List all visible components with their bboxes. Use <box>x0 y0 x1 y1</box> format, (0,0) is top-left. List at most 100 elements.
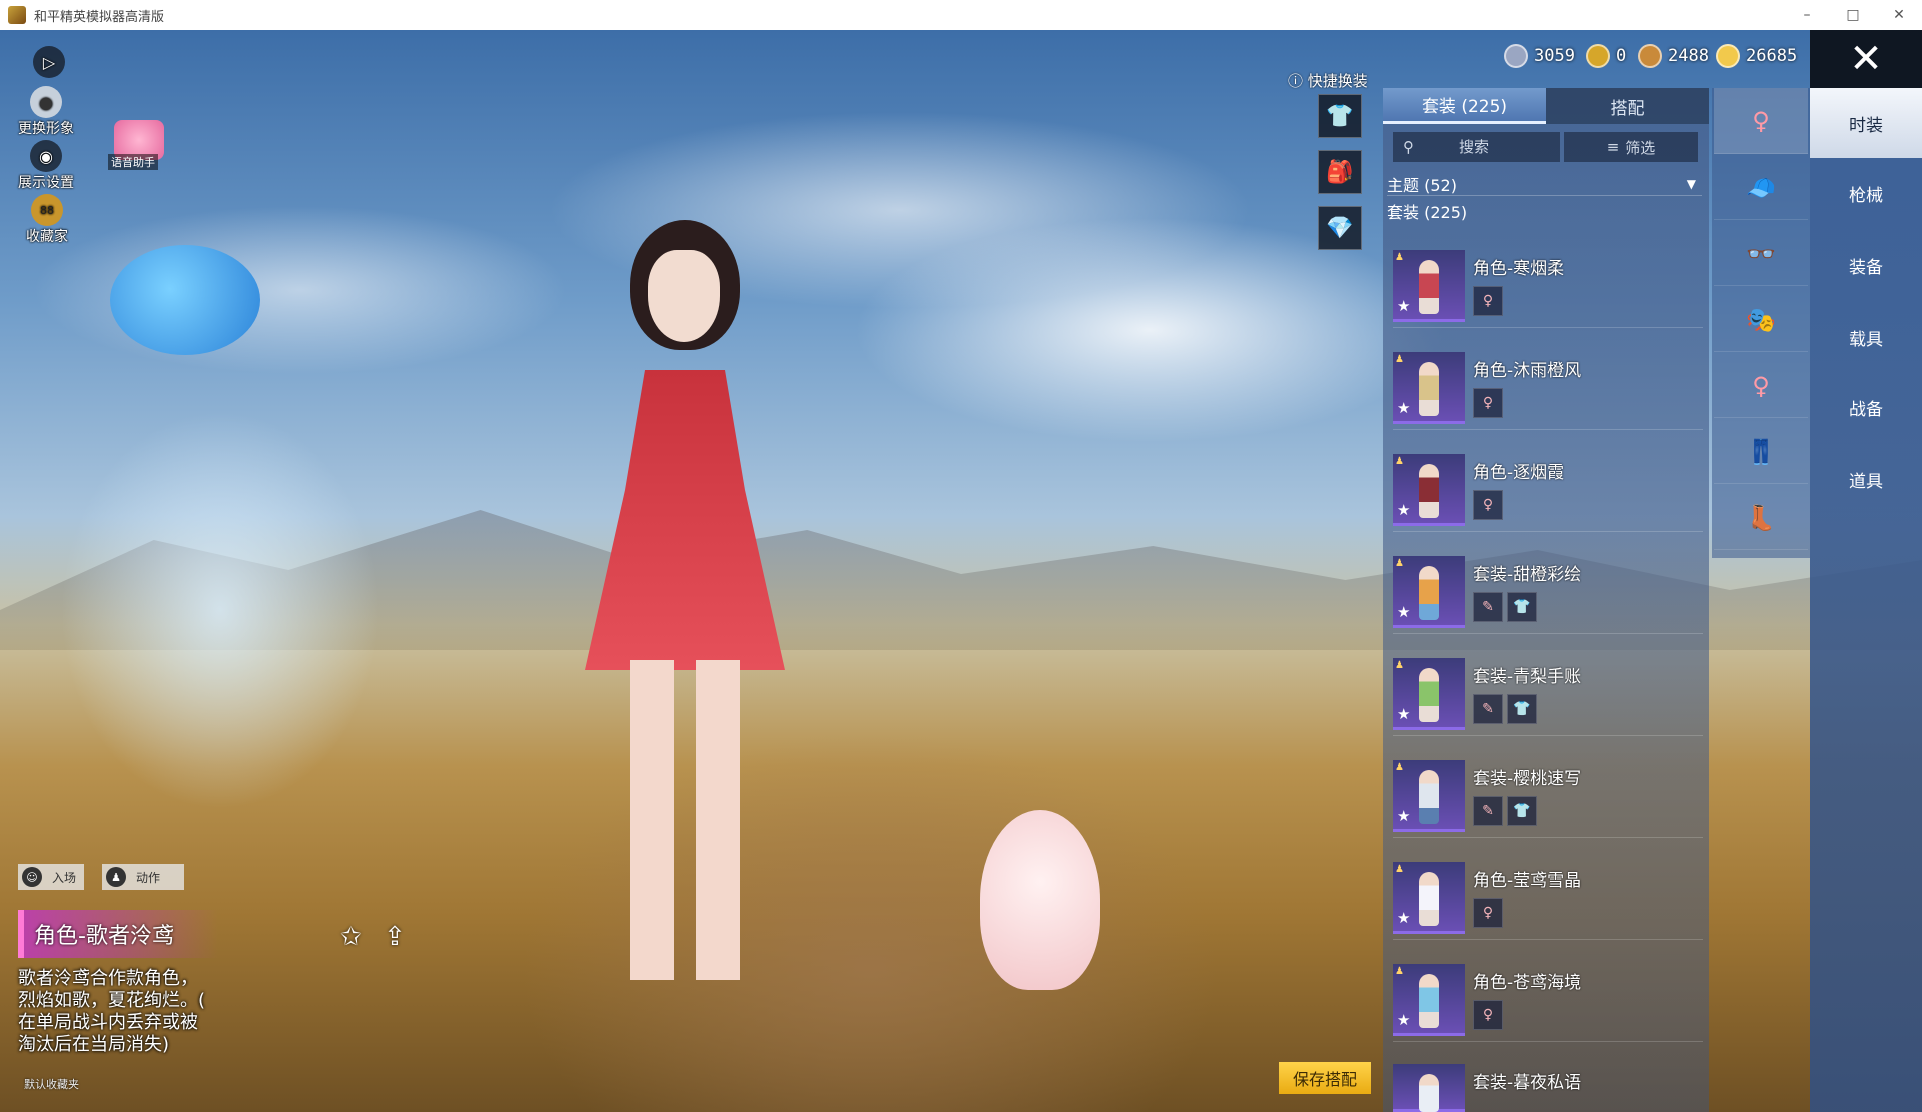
slot-mask[interactable]: 🎭 <box>1714 288 1808 352</box>
outfit-name: 套装-甜橙彩绘 <box>1473 565 1582 585</box>
outfit-part-thumb[interactable]: 👕 <box>1507 592 1537 622</box>
character-model[interactable] <box>560 220 820 990</box>
outfit-item[interactable]: ♟ ★ 角色-逐烟霞 ♀ <box>1393 448 1703 532</box>
outfit-part-thumb[interactable]: 👕 <box>1507 796 1537 826</box>
action-button[interactable]: ♟ 动作 <box>102 864 184 890</box>
rail-items[interactable]: 道具 <box>1810 444 1922 514</box>
outfit-part-thumb[interactable]: ✎ <box>1473 592 1503 622</box>
avatar-icon: ● <box>30 86 62 118</box>
outfit-part-thumb[interactable]: ♀ <box>1473 388 1503 418</box>
star-icon: ★ <box>1397 603 1411 621</box>
outfit-thumbnail: ♟ ★ <box>1393 454 1465 526</box>
outfit-part-thumb[interactable]: ♀ <box>1473 286 1503 316</box>
currency-gold[interactable]: 26685 <box>1716 44 1797 68</box>
voice-helper-button[interactable]: 语音助手 <box>108 120 168 170</box>
currency-gold-token[interactable]: 0 <box>1586 44 1626 68</box>
slot-top[interactable]: ♀ <box>1714 354 1808 418</box>
outfit-item[interactable]: ♟ ★ 角色-寒烟柔 ♀ <box>1393 244 1703 328</box>
outfit-thumbnail: ♟ ★ <box>1393 862 1465 934</box>
outfit-item[interactable]: ♟ ★ 角色-莹鸢雪晶 ♀ <box>1393 856 1703 940</box>
quick-change-label[interactable]: ⓘ 快捷换装 <box>1288 70 1368 91</box>
search-box[interactable]: ⚲ <box>1393 132 1560 162</box>
person-badge-icon: ♟ <box>1395 660 1404 671</box>
save-outfit-button[interactable]: 保存搭配 <box>1279 1062 1371 1094</box>
quick-slot-backpack[interactable]: 🎒 <box>1318 150 1362 194</box>
change-avatar-button[interactable]: ● 更换形象 <box>18 86 74 138</box>
star-icon: ★ <box>1397 705 1411 723</box>
action-label: 动作 <box>136 870 161 885</box>
outfit-part-thumb[interactable]: ✎ <box>1473 694 1503 724</box>
theme-dropdown[interactable]: 主题 (52) ▼ <box>1387 172 1702 196</box>
figure-icon: ♀ <box>1752 106 1770 135</box>
search-input[interactable] <box>1414 138 1534 156</box>
outfit-tabs: 套装 (225) 搭配 <box>1383 88 1709 124</box>
expand-button[interactable]: ▷ <box>33 46 65 78</box>
outfit-thumbnail <box>1393 1064 1465 1112</box>
star-icon: ★ <box>1397 501 1411 519</box>
minimize-button[interactable]: – <box>1784 0 1830 30</box>
glasses-icon: 👓 <box>1746 239 1776 268</box>
smile-icon: ☺ <box>22 867 42 887</box>
quick-slot-emblem[interactable]: 💎 <box>1318 206 1362 250</box>
display-settings-label: 展示设置 <box>18 175 74 191</box>
outfit-item[interactable]: ♟ ★ 角色-苍鸢海境 ♀ <box>1393 958 1703 1042</box>
slot-glasses[interactable]: 👓 <box>1714 222 1808 286</box>
star-icon: ★ <box>1397 297 1411 315</box>
outfit-item[interactable]: ♟ ★ 套装-甜橙彩绘 ✎ 👕 <box>1393 550 1703 634</box>
outfit-part-thumb[interactable]: ♀ <box>1473 1000 1503 1030</box>
character-description: 歌者泠鸢合作款角色， 烈焰如歌，夏花绚烂。( 在单局战斗内丢弃或被 淘汰后在当局… <box>18 968 238 1056</box>
outfit-item[interactable]: ♟ ★ 套装-樱桃速写 ✎ 👕 <box>1393 754 1703 838</box>
character-title: 角色-歌者泠鸢 <box>18 910 218 958</box>
outfit-item[interactable]: ♟ ★ 角色-沐雨橙风 ♀ <box>1393 346 1703 430</box>
boots-icon: 👢 <box>1746 503 1776 532</box>
default-favorites-folder[interactable]: 默认收藏夹 <box>24 1076 79 1092</box>
outfit-part-thumb[interactable]: 👕 <box>1507 694 1537 724</box>
rail-fashion[interactable]: 时装 <box>1810 88 1922 158</box>
outfit-thumbnail: ♟ ★ <box>1393 250 1465 322</box>
slot-outfit[interactable]: ♀ <box>1714 88 1808 154</box>
silver-coin-icon <box>1504 44 1528 68</box>
rail-guns[interactable]: 枪械 <box>1810 158 1922 228</box>
outfit-item[interactable]: 套装-暮夜私语 <box>1393 1058 1703 1112</box>
outfit-name: 角色-沐雨橙风 <box>1473 361 1582 381</box>
character-dress <box>585 370 785 670</box>
collector-medal-icon: 88 <box>31 194 63 226</box>
shirt-icon: 👕 <box>1326 103 1354 129</box>
maximize-button[interactable]: □ <box>1830 0 1876 30</box>
display-settings-button[interactable]: ◉ 展示设置 <box>18 140 74 192</box>
close-button[interactable]: ✕ <box>1810 30 1922 88</box>
outfit-part-thumb[interactable]: ♀ <box>1473 490 1503 520</box>
outfit-part-thumb[interactable]: ✎ <box>1473 796 1503 826</box>
outfit-name: 套装-樱桃速写 <box>1473 769 1582 789</box>
tab-suits[interactable]: 套装 (225) <box>1383 88 1546 124</box>
currency-bronze[interactable]: 2488 <box>1638 44 1709 68</box>
star-icon: ★ <box>1397 807 1411 825</box>
outfit-part-thumb[interactable]: ♀ <box>1473 898 1503 928</box>
outfit-item[interactable]: ♟ ★ 套装-青梨手账 ✎ 👕 <box>1393 652 1703 736</box>
currency-bronze-value: 2488 <box>1668 46 1709 66</box>
filter-icon: ≡ <box>1606 138 1620 156</box>
gold-token-icon <box>1586 44 1610 68</box>
person-badge-icon: ♟ <box>1395 762 1404 773</box>
filter-button[interactable]: ≡ 筛选 <box>1564 132 1698 162</box>
favorite-add-icon[interactable]: ✩ <box>340 922 362 952</box>
outfit-name: 角色-莹鸢雪晶 <box>1473 871 1582 891</box>
theme-label: 主题 (52) <box>1387 175 1457 195</box>
slot-hat[interactable]: 🧢 <box>1714 156 1808 220</box>
outfit-thumbnail: ♟ ★ <box>1393 556 1465 628</box>
slot-pants[interactable]: 👖 <box>1714 420 1808 484</box>
collector-button[interactable]: 88 收藏家 <box>26 194 68 246</box>
quick-slot-outfit[interactable]: 👕 <box>1318 94 1362 138</box>
share-icon[interactable]: ⇪ <box>384 922 406 952</box>
outfit-thumbnail: ♟ ★ <box>1393 760 1465 832</box>
rail-vehicles[interactable]: 载具 <box>1810 302 1922 372</box>
rail-equipment[interactable]: 装备 <box>1810 230 1922 300</box>
close-window-button[interactable]: ✕ <box>1876 0 1922 30</box>
currency-silver[interactable]: 3059 <box>1504 44 1575 68</box>
tab-matching[interactable]: 搭配 <box>1546 88 1709 124</box>
gold-coin-icon <box>1716 44 1740 68</box>
entrance-button[interactable]: ☺ 入场 <box>18 864 85 890</box>
description-line: 淘汰后在当局消失) <box>18 1034 170 1055</box>
slot-shoes[interactable]: 👢 <box>1714 486 1808 550</box>
rail-battle-prep[interactable]: 战备 <box>1810 372 1922 442</box>
